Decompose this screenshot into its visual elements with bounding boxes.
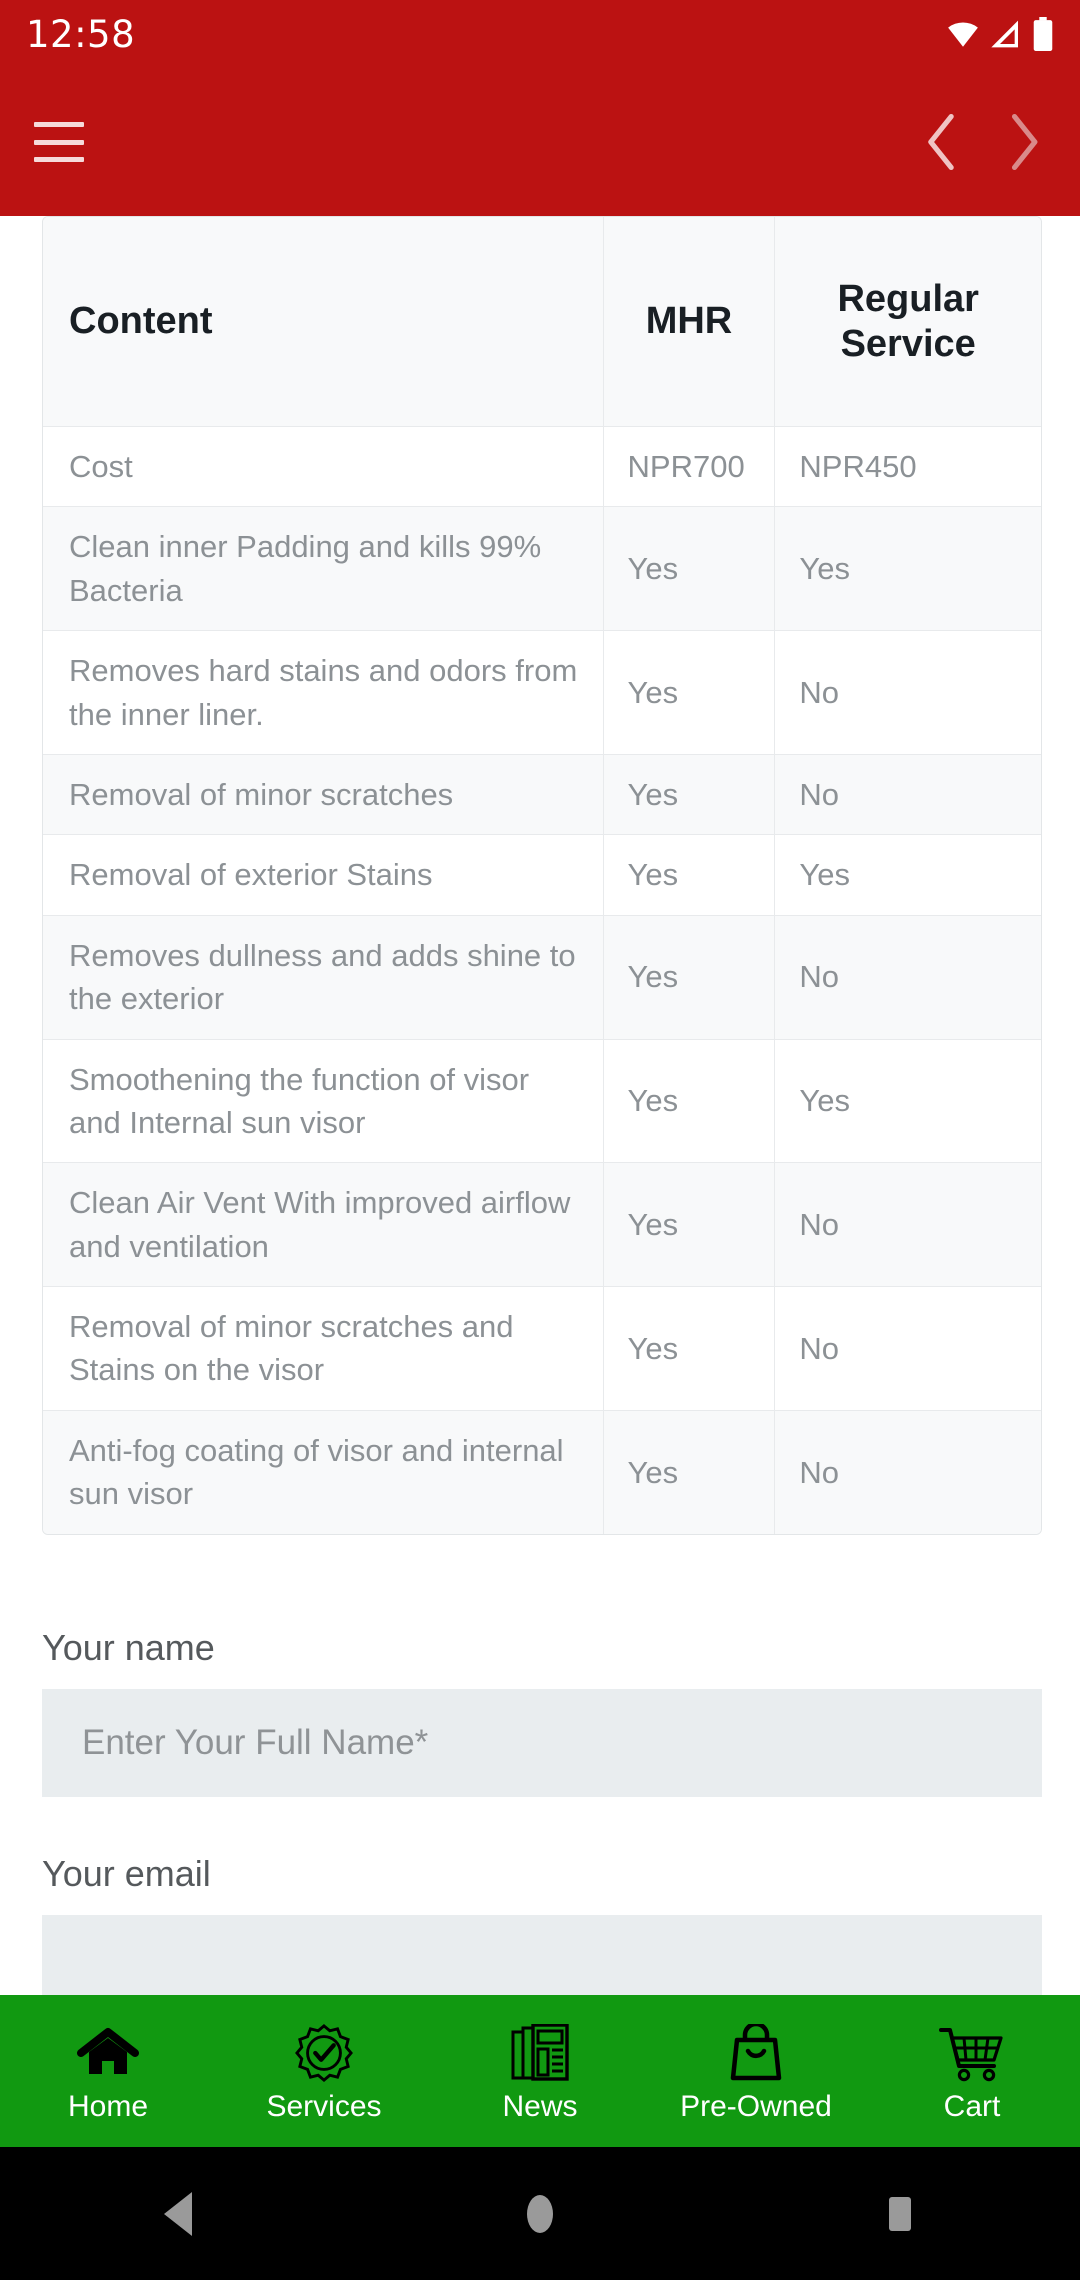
service-comparison-table: Content MHR Regular Service Cost NPR700 NP… <box>42 216 1042 1535</box>
table-row: Clean inner Padding and kills 99% Bacter… <box>43 507 1041 632</box>
cell-content: Anti-fog coating of visor and internal s… <box>43 1410 604 1534</box>
cell-regular-service: No <box>775 1287 1041 1411</box>
cell-content: Removes dullness and adds shine to the e… <box>43 915 604 1040</box>
column-header-regular-service: Regular Service <box>775 217 1041 427</box>
nav-item-news[interactable]: News <box>432 1995 648 2147</box>
cell-regular-service: Yes <box>775 835 1041 916</box>
nav-item-pre-owned[interactable]: Pre-Owned <box>648 1995 864 2147</box>
chevron-left-icon[interactable] <box>924 113 958 171</box>
nav-label-home: Home <box>67 2090 149 2123</box>
table-row: Anti-fog coating of visor and internal s… <box>43 1410 1041 1534</box>
hamburger-menu-icon[interactable] <box>34 122 84 162</box>
cell-mhr: Yes <box>603 1039 776 1164</box>
cell-content: Clean inner Padding and kills 99% Bacter… <box>43 507 604 632</box>
name-input[interactable] <box>42 1688 1042 1797</box>
cell-content: Removal of minor scratches <box>43 754 604 836</box>
table-row: Cost NPR700 NPR450 <box>43 427 1041 508</box>
cell-regular-service: No <box>775 1163 1041 1288</box>
comparison-table-wrapper: Content MHR Regular Service Cost NPR700 NP… <box>42 216 1042 1535</box>
cell-mhr: Yes <box>603 1163 776 1288</box>
system-back-button[interactable] <box>80 2147 280 2280</box>
home-circle-icon <box>527 2194 553 2233</box>
badge-check-icon <box>294 2020 354 2082</box>
email-field-label: Your email <box>42 1852 211 1894</box>
home-icon <box>77 2020 139 2082</box>
cell-regular-service: No <box>775 754 1041 836</box>
page-content: Content MHR Regular Service Cost NPR700 NP… <box>0 216 1080 1995</box>
cell-mhr: Yes <box>603 1287 776 1411</box>
cell-mhr: Yes <box>603 631 776 755</box>
table-row: Removes dullness and adds shine to the e… <box>43 915 1041 1040</box>
back-triangle-icon <box>164 2191 192 2236</box>
table-header: Content MHR Regular Service <box>43 217 1041 427</box>
cell-regular-service: Yes <box>775 507 1041 632</box>
table-row: Removal of exterior Stains Yes Yes <box>43 835 1041 916</box>
cell-content: Smoothening the function of visor and In… <box>43 1039 604 1164</box>
name-field-group: Your name <box>42 1627 1042 1797</box>
table-header-row: Content MHR Regular Service <box>43 217 1041 427</box>
chevron-right-icon[interactable] <box>1006 113 1040 171</box>
system-home-button[interactable] <box>440 2147 640 2280</box>
table-row: Removes hard stains and odors from the i… <box>43 631 1041 755</box>
cell-regular-service: Yes <box>775 1039 1041 1164</box>
status-bar: 12:58 <box>0 0 1080 68</box>
nav-label-pre-owned: Pre-Owned <box>680 2090 832 2123</box>
cell-content: Cost <box>43 427 604 508</box>
table-row: Removal of minor scratches Yes No <box>43 754 1041 836</box>
table-row: Smoothening the function of visor and In… <box>43 1039 1041 1164</box>
shopping-bag-icon <box>728 2020 784 2082</box>
email-field-group: Your email <box>42 1853 1042 1995</box>
cell-regular-service: NPR450 <box>775 427 1041 508</box>
cellular-signal-icon <box>991 20 1018 48</box>
shopping-cart-icon <box>939 2020 1005 2082</box>
cell-mhr: NPR700 <box>603 427 776 508</box>
nav-item-cart[interactable]: Cart <box>864 1995 1080 2147</box>
status-time: 12:58 <box>26 12 136 56</box>
cell-regular-service: No <box>775 1410 1041 1534</box>
column-header-content: Content <box>43 217 604 427</box>
nav-item-services[interactable]: Services <box>216 1995 432 2147</box>
nav-label-services: Services <box>266 2090 382 2123</box>
email-input[interactable] <box>42 1914 1042 1995</box>
nav-label-news: News <box>502 2090 578 2123</box>
cell-regular-service: No <box>775 915 1041 1040</box>
app-bar <box>0 68 1080 216</box>
battery-icon <box>1033 17 1053 51</box>
cell-content: Clean Air Vent With improved airflow and… <box>43 1163 604 1288</box>
status-icons <box>946 17 1054 51</box>
wifi-icon <box>948 22 978 47</box>
cell-content: Removal of minor scratches and Stains on… <box>43 1287 604 1411</box>
nav-item-home[interactable]: Home <box>0 1995 216 2147</box>
newspaper-icon <box>510 2020 570 2082</box>
cell-mhr: Yes <box>603 835 776 916</box>
column-header-mhr: MHR <box>603 217 776 427</box>
cell-mhr: Yes <box>603 915 776 1040</box>
cell-regular-service: No <box>775 631 1041 755</box>
nav-label-cart: Cart <box>943 2090 1001 2123</box>
android-system-nav <box>0 2147 1080 2280</box>
cell-mhr: Yes <box>603 1410 776 1534</box>
table-body: Cost NPR700 NPR450 Clean inner Padding and … <box>43 427 1041 1534</box>
contact-form: Your name Your email <box>42 1627 1042 1995</box>
cell-mhr: Yes <box>603 507 776 632</box>
cell-content: Removes hard stains and odors from the i… <box>43 631 604 755</box>
table-row: Clean Air Vent With improved airflow and… <box>43 1163 1041 1288</box>
system-recents-button[interactable] <box>800 2147 1000 2280</box>
cell-mhr: Yes <box>603 754 776 836</box>
browser-nav-controls <box>924 113 1050 171</box>
name-field-label: Your name <box>42 1626 215 1668</box>
table-row: Removal of minor scratches and Stains on… <box>43 1287 1041 1411</box>
bottom-navigation-bar: Home Services News Pre-Owned Cart <box>0 1995 1080 2147</box>
recents-square-icon <box>889 2196 911 2231</box>
cell-content: Removal of exterior Stains <box>43 835 604 916</box>
